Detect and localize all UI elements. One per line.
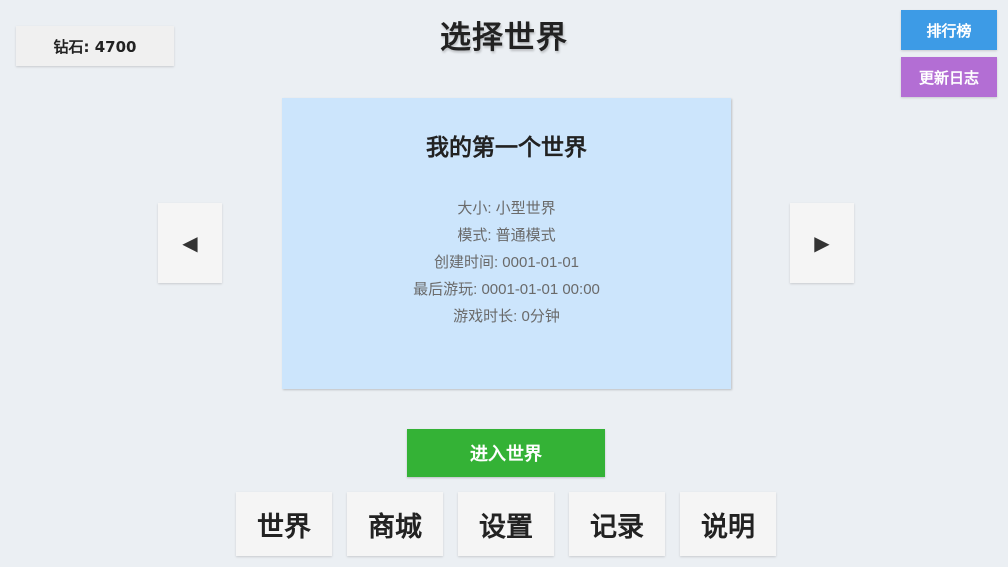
enter-world-button[interactable]: 进入世界 [407, 429, 605, 477]
nav-help[interactable]: 说明 [680, 492, 776, 556]
left-arrow-icon: ◀ [182, 231, 198, 255]
world-created: 创建时间: 0001-01-01 [433, 254, 580, 271]
nav-world[interactable]: 世界 [236, 492, 332, 556]
page-title: 选择世界 [440, 20, 568, 56]
world-card: 我的第一个世界 大小: 小型世界 模式: 普通模式 创建时间: 0001-01-… [282, 98, 731, 389]
bottom-nav: 世界 商城 设置 记录 说明 [236, 492, 776, 556]
world-size: 大小: 小型世界 [457, 200, 556, 217]
world-play-time: 游戏时长: 0分钟 [453, 308, 560, 325]
previous-world-button[interactable]: ◀ [158, 203, 222, 283]
world-name: 我的第一个世界 [426, 135, 587, 161]
changelog-button[interactable]: 更新日志 [901, 57, 997, 97]
world-info: 大小: 小型世界 模式: 普通模式 创建时间: 0001-01-01 最后游玩:… [282, 195, 731, 330]
world-mode: 模式: 普通模式 [457, 227, 556, 244]
nav-shop[interactable]: 商城 [347, 492, 443, 556]
leaderboard-button[interactable]: 排行榜 [901, 10, 997, 50]
nav-records[interactable]: 记录 [569, 492, 665, 556]
world-last-played: 最后游玩: 0001-01-01 00:00 [413, 281, 600, 298]
nav-settings[interactable]: 设置 [458, 492, 554, 556]
next-world-button[interactable]: ▶ [790, 203, 854, 283]
right-arrow-icon: ▶ [814, 231, 830, 255]
